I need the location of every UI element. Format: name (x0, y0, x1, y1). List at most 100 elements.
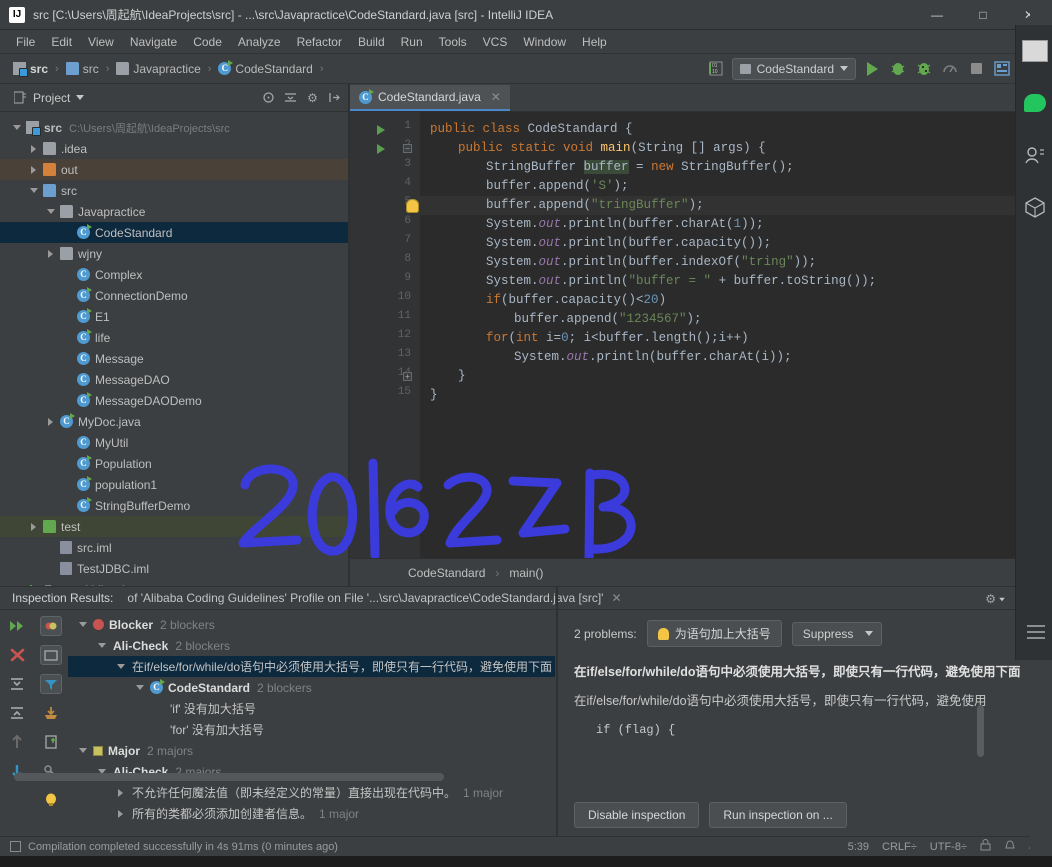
breadcrumb-item-src-root[interactable]: src (10, 61, 51, 77)
code-fold-icon[interactable]: – (403, 144, 412, 153)
menu-vcs[interactable]: VCS (475, 32, 516, 52)
close-icon[interactable]: ✕ (611, 591, 621, 605)
edit-settings-icon[interactable] (40, 732, 62, 752)
expand-arrow-icon[interactable] (114, 788, 127, 797)
chat-bubble-icon[interactable] (1016, 77, 1052, 129)
line-separator[interactable]: CRLF÷ (882, 841, 917, 853)
code-line[interactable]: for(int i=0; i<buffer.length();i++) (486, 329, 749, 348)
menu-code[interactable]: Code (185, 32, 230, 52)
group-by-severity-icon[interactable] (40, 616, 62, 636)
inspection-tree-row[interactable]: C CodeStandard 2 blockers (68, 677, 555, 698)
tree-item-testjdbc-iml[interactable]: TestJDBC.iml (0, 558, 350, 579)
expand-all-icon[interactable] (6, 674, 28, 694)
code-line[interactable]: System.out.println(buffer.charAt(1)); (486, 215, 764, 234)
chevron-down-icon[interactable] (76, 95, 85, 100)
expand-arrow-icon[interactable] (27, 522, 40, 531)
tree-item-src-iml[interactable]: src.iml (0, 537, 350, 558)
menu-lines-icon[interactable] (1027, 625, 1045, 643)
collapse-arrow-icon[interactable] (76, 622, 89, 627)
collapse-arrow-icon[interactable] (27, 188, 40, 193)
locate-icon[interactable] (262, 91, 275, 104)
run-inspection-on-button[interactable]: Run inspection on ... (709, 802, 847, 828)
tree-item--idea[interactable]: .idea (0, 138, 350, 159)
breadcrumb-method[interactable]: main() (509, 566, 543, 580)
menu-window[interactable]: Window (515, 32, 574, 52)
notifications-icon[interactable] (1004, 839, 1016, 854)
settings-gear-icon[interactable]: ⚙ (306, 91, 319, 105)
tree-item-messagedaodemo[interactable]: C MessageDAODemo (0, 390, 350, 411)
inspection-tree[interactable]: Blocker 2 blockers Ali-Check 2 blockers 在if/… (68, 610, 555, 850)
inspection-tree-row[interactable]: 所有的类都必须添加创建者信息。 1 major (68, 803, 555, 824)
breadcrumb-item-javapractice[interactable]: Javapractice (113, 61, 203, 77)
tree-item-life[interactable]: Clife (0, 327, 350, 348)
code-content[interactable]: public class CodeStandard {public static… (420, 112, 1052, 558)
binary-toggle-icon[interactable]: 01 10 (706, 59, 726, 79)
tree-item-mydoc-java[interactable]: C MyDoc.java (0, 411, 350, 432)
menu-analyze[interactable]: Analyze (230, 32, 289, 52)
tree-item-complex[interactable]: C Complex (0, 264, 350, 285)
collapse-arrow-icon[interactable] (133, 685, 146, 690)
code-line[interactable]: System.out.println("buffer = " + buffer.… (486, 272, 876, 291)
run-with-coverage-button[interactable] (914, 59, 934, 79)
menu-refactor[interactable]: Refactor (289, 32, 350, 52)
menu-help[interactable]: Help (574, 32, 615, 52)
event-log-icon[interactable] (10, 841, 21, 852)
expand-arrow-icon[interactable] (114, 809, 127, 818)
menu-build[interactable]: Build (350, 32, 393, 52)
tree-item-myutil[interactable]: C MyUtil (0, 432, 350, 453)
layout-button[interactable] (992, 59, 1012, 79)
tree-item-out[interactable]: out (0, 159, 350, 180)
disable-inspection-button[interactable]: Disable inspection (574, 802, 700, 828)
tree-item-connectiondemo[interactable]: C ConnectionDemo (0, 285, 350, 306)
previous-occurrence-icon[interactable] (6, 732, 28, 752)
inspection-tree-row[interactable]: 在if/else/for/while/do语句中必须使用大括号，即使只有一行代码… (68, 656, 555, 677)
maximize-button[interactable]: □ (960, 0, 1006, 30)
code-line[interactable]: buffer.append('S'); (486, 177, 629, 196)
code-line[interactable]: public class CodeStandard { (430, 120, 633, 139)
code-line[interactable]: StringBuffer buffer = new StringBuffer()… (486, 158, 794, 177)
tree-item-external-libraries[interactable]: External Libraries (0, 579, 350, 586)
run-button[interactable] (862, 59, 882, 79)
floating-side-panel[interactable] (1015, 25, 1052, 660)
image-thumbnail-icon[interactable] (1016, 25, 1052, 77)
caret-position[interactable]: 5:39 (848, 841, 869, 853)
collapse-arrow-icon[interactable] (44, 209, 57, 214)
gutter-run-icon[interactable] (377, 125, 385, 135)
tree-item-population[interactable]: C Population (0, 453, 350, 474)
code-line[interactable]: buffer.append("tringBuffer"); (486, 196, 704, 215)
tree-item-messagedao[interactable]: C MessageDAO (0, 369, 350, 390)
code-line[interactable]: public static void main(String [] args) … (458, 139, 766, 158)
code-line[interactable]: System.out.println(buffer.charAt(i)); (514, 348, 792, 367)
lock-icon[interactable] (980, 839, 991, 854)
tree-item-codestandard[interactable]: C CodeStandard (0, 222, 350, 243)
menu-run[interactable]: Run (393, 32, 431, 52)
detail-scrollbar[interactable] (977, 705, 984, 757)
file-encoding[interactable]: UTF-8÷ (930, 841, 967, 853)
run-configuration-selector[interactable]: CodeStandard (731, 57, 856, 80)
tree-item-stringbufferdemo[interactable]: C StringBufferDemo (0, 495, 350, 516)
code-line[interactable]: } (458, 367, 466, 386)
code-line[interactable]: buffer.append("1234567"); (514, 310, 702, 329)
inspection-tree-row[interactable]: 'for' 没有加大括号 (68, 719, 555, 740)
collapse-all-icon[interactable] (6, 703, 28, 723)
inspection-tree-row[interactable]: 'if' 没有加大括号 (68, 698, 555, 719)
expand-arrow-icon[interactable] (44, 417, 57, 426)
tree-item-test[interactable]: test (0, 516, 350, 537)
tree-item-javapractice[interactable]: Javapractice (0, 201, 350, 222)
menu-navigate[interactable]: Navigate (122, 32, 185, 52)
gutter-run-icon[interactable] (377, 144, 385, 154)
close-inspection-icon[interactable] (6, 645, 28, 665)
inspection-tree-row[interactable]: Major 2 majors (68, 740, 555, 761)
detail-horizontal-scrollbar[interactable] (14, 773, 444, 781)
stop-button[interactable] (966, 59, 986, 79)
code-editor[interactable]: 123456789101112131415–+ public class Cod… (350, 112, 1052, 558)
breadcrumb-item-src[interactable]: src (63, 61, 102, 77)
collapse-arrow-icon[interactable] (114, 664, 127, 669)
open-file-icon[interactable] (40, 645, 62, 665)
expand-arrow-icon[interactable] (44, 249, 57, 258)
tree-item-wjny[interactable]: wjny (0, 243, 350, 264)
hide-panel-icon[interactable] (328, 91, 341, 104)
tree-item-population1[interactable]: Cpopulation1 (0, 474, 350, 495)
apply-quick-fix-button[interactable]: 为语句加上大括号 (646, 620, 782, 647)
collapse-arrow-icon[interactable] (95, 643, 108, 648)
